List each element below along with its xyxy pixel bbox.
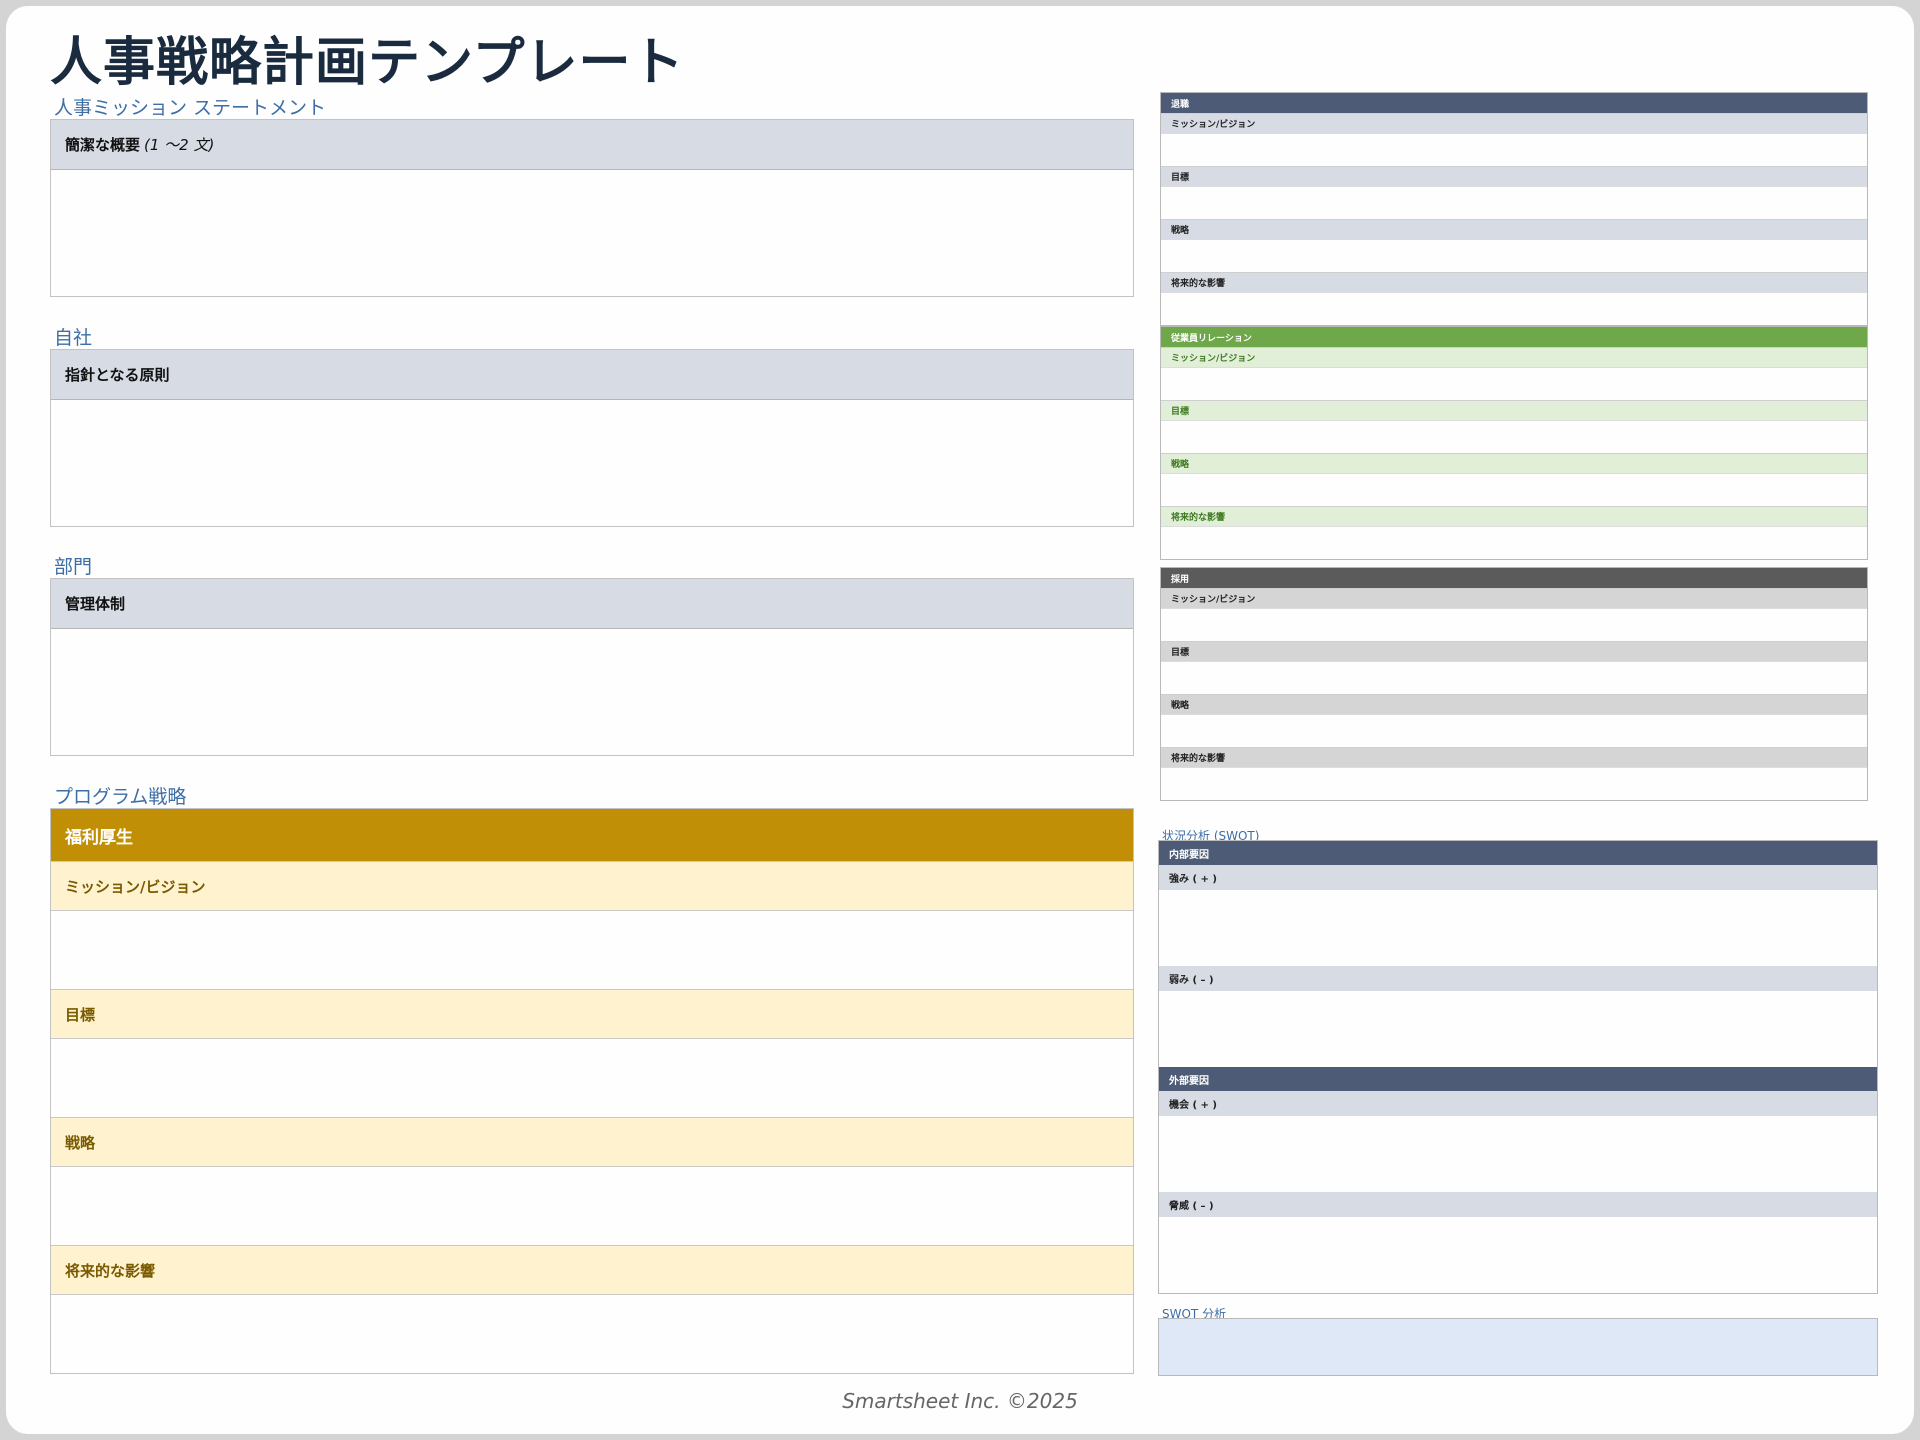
program-row-label: ミッション/ビジョン [51,861,1133,911]
table-input-area[interactable] [1161,661,1867,694]
table-input-area[interactable] [1161,239,1867,272]
company-box: 指針となる原則 [50,349,1134,527]
mission-input-area[interactable] [51,170,1133,296]
table-input-area[interactable] [1161,714,1867,747]
recruiting-header: 採用 [1161,568,1867,588]
page-title: 人事戦略計画テンプレート [50,33,685,93]
table-row-label: 目標 [1161,166,1867,186]
table-row-label: ミッション/ビジョン [1161,347,1867,367]
retirement-table: 退職 ミッション/ビジョン 目標 戦略 将来的な影響 [1160,92,1868,326]
retirement-header: 退職 [1161,93,1867,113]
swot-internal-header: 内部要因 [1159,841,1877,865]
program-header: 福利厚生 [51,809,1133,861]
mission-head-hint: (1 ～2 文) [144,136,215,154]
swot-external-header: 外部要因 [1159,1067,1877,1091]
program-input-area[interactable] [51,911,1133,989]
table-row-label: 将来的な影響 [1161,506,1867,526]
table-row-label: 戦略 [1161,453,1867,473]
swot-input-area[interactable] [1159,1116,1877,1192]
table-input-area[interactable] [1161,367,1867,400]
program-input-area[interactable] [51,1039,1133,1117]
table-input-area[interactable] [1161,608,1867,641]
program-row-label: 戦略 [51,1117,1133,1167]
table-row-label: ミッション/ビジョン [1161,588,1867,608]
table-input-area[interactable] [1161,767,1867,800]
table-row-label: 将来的な影響 [1161,272,1867,292]
table-input-area[interactable] [1161,133,1867,166]
department-input-area[interactable] [51,629,1133,755]
footer-copyright: Smartsheet Inc. ©2025 [842,1389,1078,1413]
swot-row-label: 弱み ( – ) [1159,966,1877,991]
department-section-label: 部門 [54,556,93,578]
swot-row-label: 脅威 ( – ) [1159,1192,1877,1217]
table-input-area[interactable] [1161,420,1867,453]
mission-box: 簡潔な概要 (1 ～2 文) [50,119,1134,297]
table-row-label: 将来的な影響 [1161,747,1867,767]
program-input-area[interactable] [51,1295,1133,1373]
mission-box-header: 簡潔な概要 (1 ～2 文) [51,120,1133,170]
program-input-area[interactable] [51,1167,1133,1245]
mission-section-label: 人事ミッション ステートメント [54,97,327,119]
swot-row-label: 機会 ( + ) [1159,1091,1877,1116]
table-row-label: 目標 [1161,400,1867,420]
company-section-label: 自社 [54,327,93,349]
employee-relations-header: 従業員リレーション [1161,327,1867,347]
company-input-area[interactable] [51,400,1133,526]
department-head-label: 管理体制 [65,595,126,613]
recruiting-table: 採用 ミッション/ビジョン 目標 戦略 将来的な影響 [1160,567,1868,801]
department-box: 管理体制 [50,578,1134,756]
swot-row-label: 強み ( + ) [1159,865,1877,890]
swot-input-area[interactable] [1159,1217,1877,1293]
company-box-header: 指針となる原則 [51,350,1133,400]
table-row-label: 戦略 [1161,694,1867,714]
table-input-area[interactable] [1161,292,1867,325]
swot-table: 内部要因 強み ( + ) 弱み ( – ) 外部要因 機会 ( + ) 脅威 … [1158,840,1878,1294]
department-box-header: 管理体制 [51,579,1133,629]
swot-analysis-input-area[interactable] [1158,1318,1878,1376]
program-box: 福利厚生 ミッション/ビジョン 目標 戦略 将来的な影響 [50,808,1134,1374]
swot-input-area[interactable] [1159,991,1877,1067]
table-row-label: 目標 [1161,641,1867,661]
table-row-label: ミッション/ビジョン [1161,113,1867,133]
employee-relations-table: 従業員リレーション ミッション/ビジョン 目標 戦略 将来的な影響 [1160,326,1868,560]
program-row-label: 目標 [51,989,1133,1039]
company-head-label: 指針となる原則 [65,366,170,384]
mission-head-label: 簡潔な概要 [65,136,141,154]
page: 人事戦略計画テンプレート 人事ミッション ステートメント 簡潔な概要 (1 ～2… [6,6,1914,1434]
program-row-label: 将来的な影響 [51,1245,1133,1295]
program-section-label: プログラム戦略 [54,786,187,808]
table-row-label: 戦略 [1161,219,1867,239]
swot-input-area[interactable] [1159,890,1877,966]
table-input-area[interactable] [1161,186,1867,219]
table-input-area[interactable] [1161,473,1867,506]
table-input-area[interactable] [1161,526,1867,559]
